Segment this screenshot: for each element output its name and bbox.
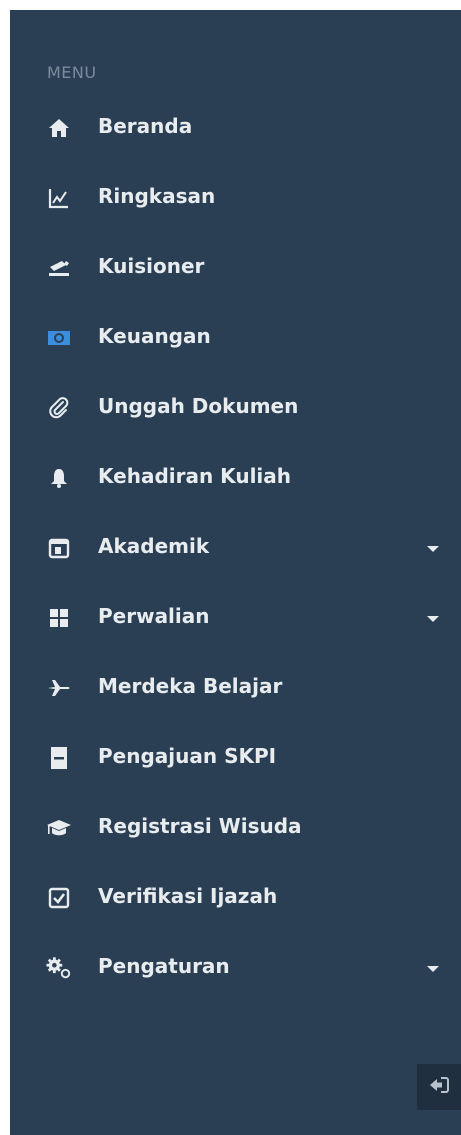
sidebar: MENU Beranda Ringkasan Kuisioner Keuanga… — [10, 10, 461, 1135]
graduation-cap-icon — [46, 816, 72, 840]
calendar-icon — [46, 536, 72, 560]
sidebar-item-merdeka-belajar[interactable]: Merdeka Belajar — [10, 663, 461, 713]
sidebar-item-kehadiran-kuliah[interactable]: Kehadiran Kuliah — [10, 453, 461, 503]
sidebar-item-label: Kehadiran Kuliah — [98, 464, 292, 488]
logout-button[interactable] — [417, 1064, 461, 1110]
check-square-icon — [46, 886, 72, 910]
sidebar-item-label: Kuisioner — [98, 254, 205, 278]
paperclip-icon — [46, 396, 72, 420]
chevron-down-icon — [427, 616, 439, 622]
sidebar-item-label: Keuangan — [98, 324, 211, 348]
sidebar-item-pengajuan-skpi[interactable]: Pengajuan SKPI — [10, 733, 461, 783]
sign-out-icon — [429, 1076, 449, 1098]
sidebar-item-label: Pengaturan — [98, 954, 230, 978]
sidebar-item-label: Unggah Dokumen — [98, 394, 299, 418]
sidebar-item-kuisioner[interactable]: Kuisioner — [10, 243, 461, 293]
bell-icon — [46, 466, 72, 490]
sidebar-item-label: Akademik — [98, 534, 210, 558]
chevron-down-icon — [427, 966, 439, 972]
sidebar-item-label: Registrasi Wisuda — [98, 814, 302, 838]
sidebar-item-label: Pengajuan SKPI — [98, 744, 277, 768]
sidebar-item-label: Merdeka Belajar — [98, 674, 283, 698]
sidebar-item-unggah-dokumen[interactable]: Unggah Dokumen — [10, 383, 461, 433]
sidebar-item-akademik[interactable]: Akademik — [10, 523, 461, 573]
sidebar-item-verifikasi-ijazah[interactable]: Verifikasi Ijazah — [10, 873, 461, 923]
document-icon — [46, 746, 72, 770]
menu-section-label: MENU — [47, 63, 97, 82]
gears-icon — [46, 956, 72, 980]
sidebar-item-keuangan[interactable]: Keuangan — [10, 313, 461, 363]
line-chart-icon — [46, 186, 72, 210]
sidebar-item-label: Verifikasi Ijazah — [98, 884, 278, 908]
home-icon — [46, 116, 72, 140]
sidebar-item-label: Ringkasan — [98, 184, 216, 208]
grid-icon — [46, 606, 72, 630]
chevron-down-icon — [427, 546, 439, 552]
sidebar-item-pengaturan[interactable]: Pengaturan — [10, 943, 461, 993]
sidebar-item-ringkasan[interactable]: Ringkasan — [10, 173, 461, 223]
sidebar-item-beranda[interactable]: Beranda — [10, 103, 461, 153]
sidebar-item-registrasi-wisuda[interactable]: Registrasi Wisuda — [10, 803, 461, 853]
sidebar-item-label: Beranda — [98, 114, 193, 138]
sidebar-item-perwalian[interactable]: Perwalian — [10, 593, 461, 643]
sidebar-item-label: Perwalian — [98, 604, 210, 628]
money-icon — [46, 326, 72, 350]
plane-icon — [46, 676, 72, 700]
questionnaire-icon — [46, 256, 72, 280]
